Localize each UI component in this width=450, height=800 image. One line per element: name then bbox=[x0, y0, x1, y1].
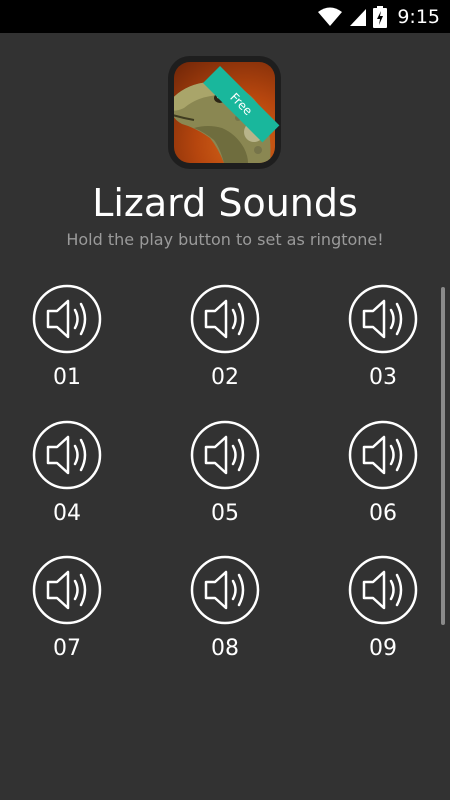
speaker-icon[interactable] bbox=[189, 419, 261, 491]
sound-label: 01 bbox=[53, 365, 81, 390]
sound-item-08[interactable]: 08 bbox=[170, 554, 280, 679]
wifi-icon bbox=[318, 7, 343, 26]
sound-label: 08 bbox=[211, 636, 239, 661]
sound-label: 02 bbox=[211, 365, 239, 390]
sound-item-05[interactable]: 05 bbox=[170, 419, 280, 544]
page-subtitle: Hold the play button to set as ringtone! bbox=[66, 230, 384, 249]
sound-item-07[interactable]: 07 bbox=[12, 554, 122, 679]
speaker-icon[interactable] bbox=[347, 419, 419, 491]
battery-charging-icon bbox=[373, 5, 388, 28]
speaker-icon[interactable] bbox=[31, 283, 103, 355]
speaker-icon[interactable] bbox=[189, 283, 261, 355]
speaker-icon[interactable] bbox=[347, 554, 419, 626]
status-bar: 9:15 bbox=[0, 0, 450, 33]
sound-label: 06 bbox=[369, 501, 397, 526]
speaker-icon[interactable] bbox=[31, 554, 103, 626]
speaker-icon[interactable] bbox=[347, 283, 419, 355]
lizard-app-icon: Free bbox=[168, 56, 281, 169]
sound-item-03[interactable]: 03 bbox=[328, 283, 438, 408]
status-time: 9:15 bbox=[397, 5, 440, 28]
sound-item-01[interactable]: 01 bbox=[12, 283, 122, 408]
speaker-icon[interactable] bbox=[189, 554, 261, 626]
sound-item-02[interactable]: 02 bbox=[170, 283, 280, 408]
sound-item-09[interactable]: 09 bbox=[328, 554, 438, 679]
status-icons: 9:15 bbox=[317, 0, 440, 33]
sound-label: 09 bbox=[369, 636, 397, 661]
sound-item-06[interactable]: 06 bbox=[328, 419, 438, 544]
page-title: Lizard Sounds bbox=[92, 181, 358, 225]
sound-label: 03 bbox=[369, 365, 397, 390]
sound-label: 04 bbox=[53, 501, 81, 526]
signal-icon bbox=[350, 8, 367, 26]
sound-label: 07 bbox=[53, 636, 81, 661]
speaker-icon[interactable] bbox=[31, 419, 103, 491]
sound-label: 05 bbox=[211, 501, 239, 526]
scrollbar[interactable] bbox=[441, 287, 445, 625]
sound-item-04[interactable]: 04 bbox=[12, 419, 122, 544]
